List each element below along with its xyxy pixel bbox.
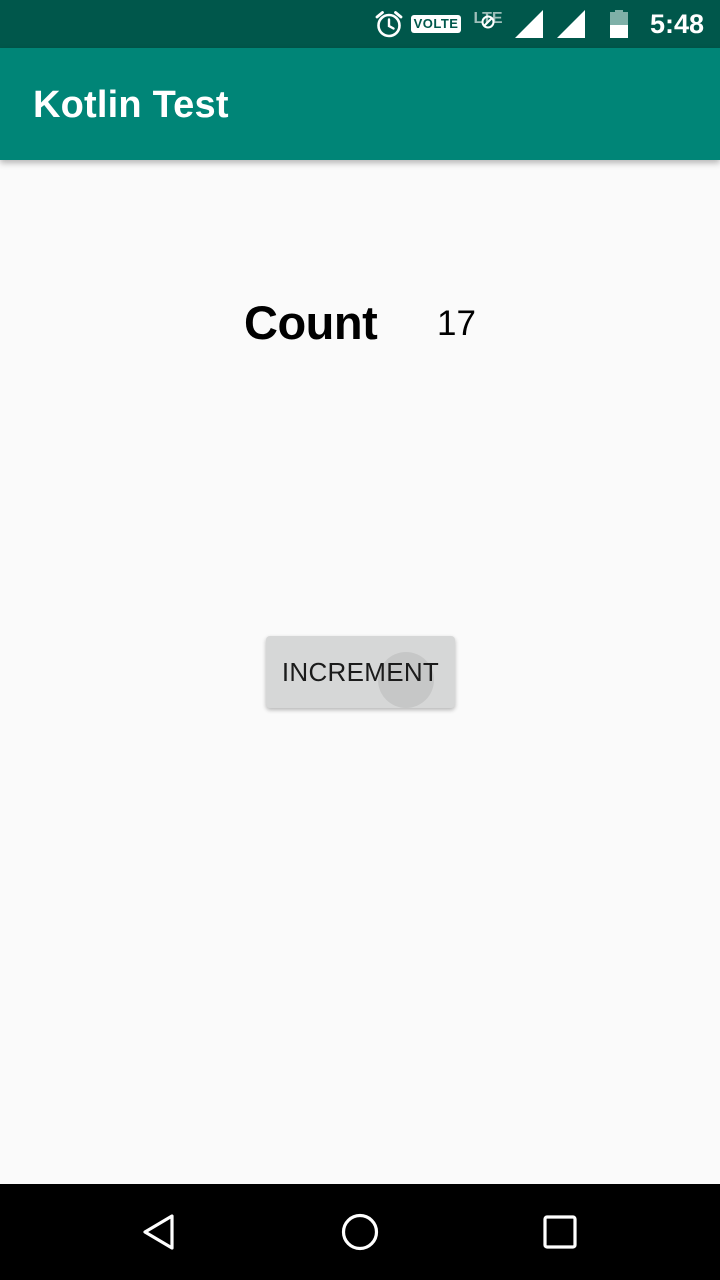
battery-icon [604,0,634,48]
status-time: 5:48 [649,8,705,39]
recents-button[interactable] [512,1184,608,1280]
navigation-bar [0,1184,720,1280]
increment-button-label: INCREMENT [281,656,440,687]
count-value: 17 [437,304,476,343]
status-bar: VOLTE LTE 5:48 [0,0,720,48]
back-icon [143,1214,174,1250]
volte-icon: VOLTE [410,0,462,48]
lte-icon: LTE [466,0,510,48]
signal-icon [512,0,546,48]
alarm-icon [372,0,406,48]
increment-button[interactable]: INCREMENT [266,636,455,708]
back-button[interactable] [112,1184,208,1280]
no-data-icon [481,15,495,29]
recents-icon [543,1215,577,1249]
volte-label: VOLTE [410,15,462,33]
app-bar: Kotlin Test [0,48,720,160]
app-title: Kotlin Test [33,84,229,126]
home-icon [341,1213,379,1251]
home-button[interactable] [312,1184,408,1280]
count-label: Count [244,296,378,349]
signal-icon [554,0,588,48]
